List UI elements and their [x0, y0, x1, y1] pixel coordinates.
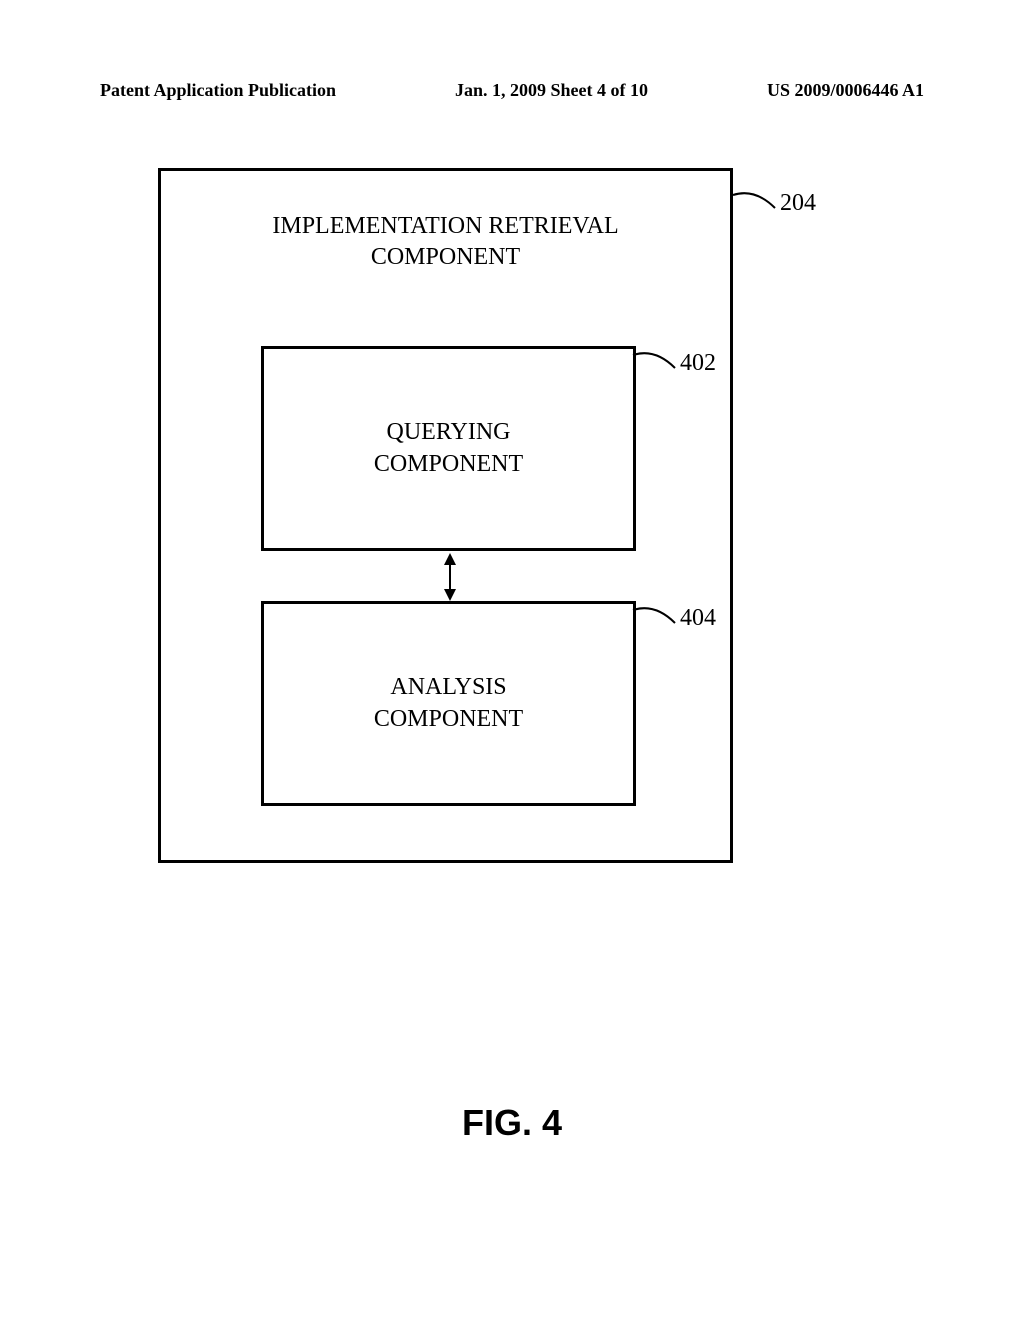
header-publication-type: Patent Application Publication: [100, 80, 336, 101]
analysis-component-box: ANALYSIS COMPONENT: [261, 601, 636, 806]
implementation-retrieval-component-box: IMPLEMENTATION RETRIEVAL COMPONENT QUERY…: [158, 168, 733, 863]
lead-line-204: [730, 188, 780, 228]
bidirectional-arrow-icon: [444, 553, 456, 601]
analysis-box-label: ANALYSIS COMPONENT: [374, 672, 523, 734]
lead-line-402: [630, 348, 680, 388]
querying-line2: COMPONENT: [374, 451, 523, 477]
lead-line-404: [630, 603, 680, 643]
header-date-sheet: Jan. 1, 2009 Sheet 4 of 10: [455, 80, 648, 101]
querying-box-label: QUERYING COMPONENT: [374, 417, 523, 479]
figure-caption: FIG. 4: [0, 1102, 1024, 1144]
header-document-number: US 2009/0006446 A1: [767, 80, 924, 101]
block-diagram: IMPLEMENTATION RETRIEVAL COMPONENT QUERY…: [158, 168, 733, 863]
outer-title-line2: COMPONENT: [371, 244, 520, 270]
reference-numeral-404: 404: [680, 605, 716, 632]
reference-numeral-402: 402: [680, 350, 716, 377]
arrow-down-head: [444, 589, 456, 601]
querying-component-box: QUERYING COMPONENT: [261, 346, 636, 551]
analysis-line1: ANALYSIS: [390, 674, 506, 700]
outer-title-line1: IMPLEMENTATION RETRIEVAL: [272, 213, 618, 239]
page-header: Patent Application Publication Jan. 1, 2…: [0, 80, 1024, 101]
analysis-line2: COMPONENT: [374, 706, 523, 732]
querying-line1: QUERYING: [387, 419, 511, 445]
arrow-shaft: [449, 563, 451, 591]
outer-box-title: IMPLEMENTATION RETRIEVAL COMPONENT: [161, 211, 730, 273]
reference-numeral-204: 204: [780, 190, 816, 217]
